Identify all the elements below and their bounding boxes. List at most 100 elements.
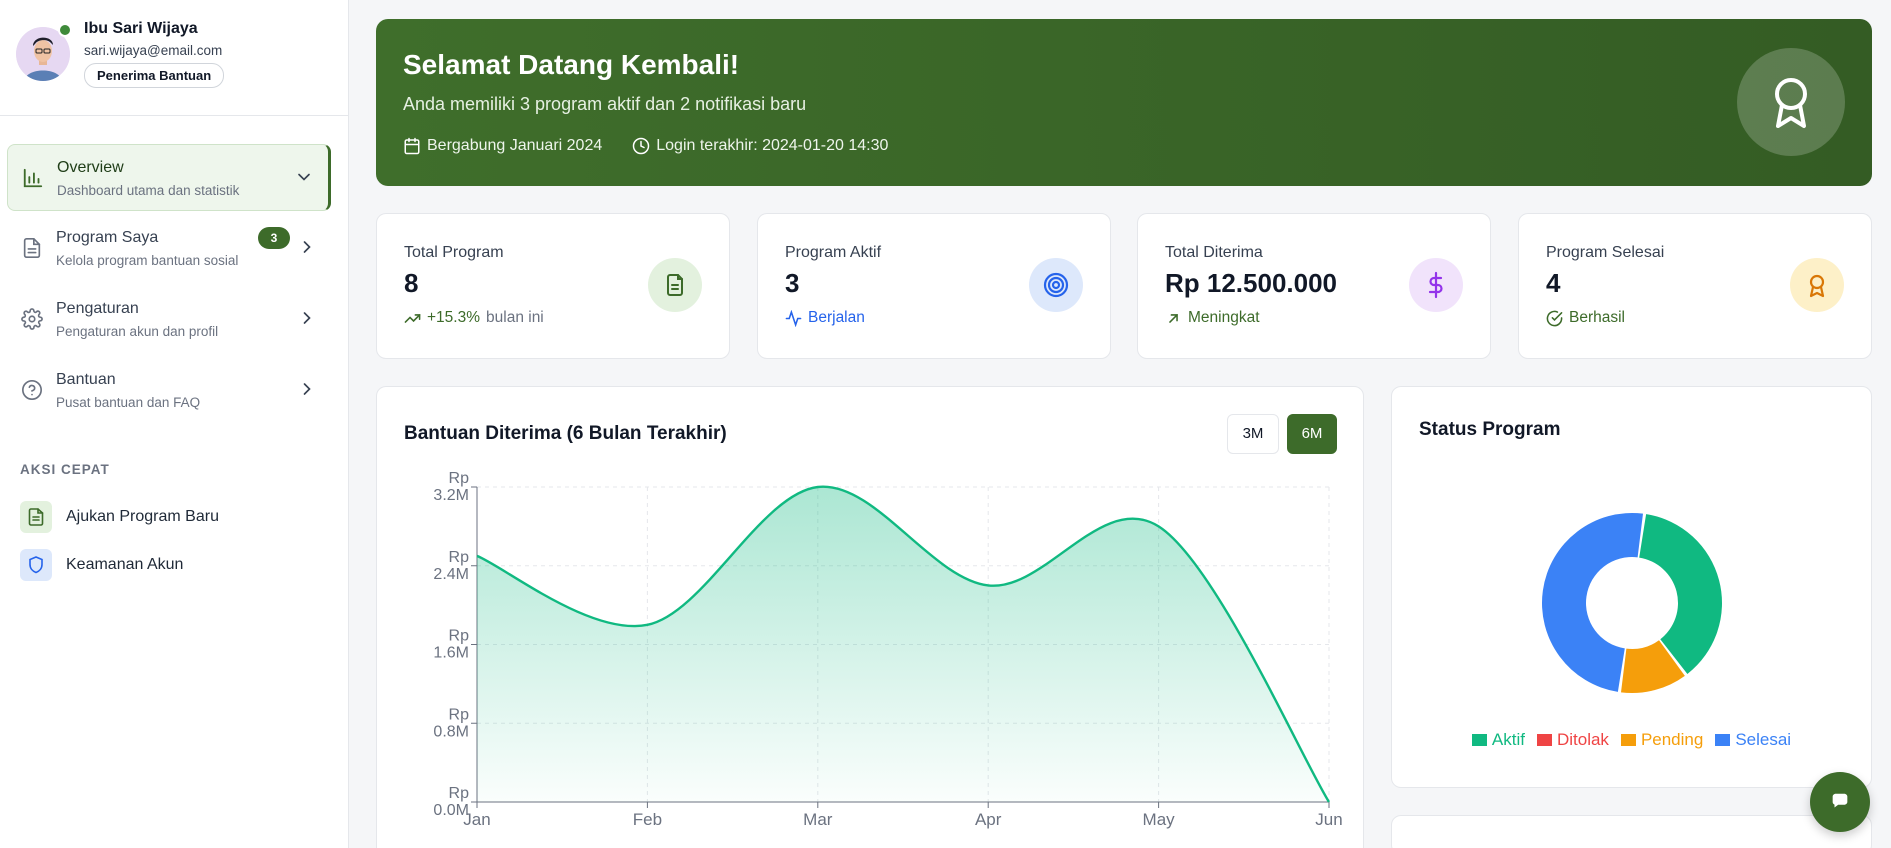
profile-section: Ibu Sari Wijaya sari.wijaya@email.com Pe…: [0, 0, 348, 116]
stat-label: Total Diterima: [1165, 244, 1263, 261]
legend-label: Pending: [1640, 730, 1704, 749]
y-tick-label: Rp: [449, 549, 470, 566]
sidebar: Ibu Sari Wijaya sari.wijaya@email.com Pe…: [0, 0, 349, 848]
x-tick-label: Mar: [803, 810, 833, 829]
last-login: Login terakhir: 2024-01-20 14:30: [656, 137, 889, 154]
stat-trend-value: +15.3%: [427, 309, 481, 326]
gear-icon: [21, 308, 43, 330]
dollar-icon: [1409, 258, 1463, 312]
legend-item-pending[interactable]: Pending: [1620, 730, 1704, 750]
document-icon: [648, 258, 702, 312]
area-fill: [477, 486, 1329, 802]
welcome-subtitle: Anda memiliki 3 program aktif dan 2 noti…: [403, 94, 807, 114]
legend-swatch: [1536, 734, 1552, 746]
donut-legend: Aktif Ditolak Pending Selesai: [1392, 730, 1871, 750]
document-icon: [20, 501, 52, 533]
stat-card-program-aktif: Program Aktif 3 Berjalan: [757, 213, 1111, 359]
quick-actions-title: AKSI CEPAT: [20, 462, 110, 477]
chat-button[interactable]: [1810, 772, 1870, 832]
y-tick-label: Rp: [449, 785, 470, 802]
area-chart: Rp0.0MRp0.8MRp1.6MRp2.4MRp3.2MJan Feb Mar A…: [433, 470, 1342, 829]
stat-trend-value: Berhasil: [1569, 309, 1625, 326]
help-circle-icon: [22, 380, 42, 400]
x-tick-label: Feb: [633, 810, 662, 829]
y-tick-label: 1.6M: [433, 645, 469, 662]
y-tick-label: Rp: [449, 706, 470, 723]
sidebar-item-pengaturan[interactable]: Pengaturan Pengaturan akun dan profil: [7, 286, 331, 353]
clock-icon: [633, 137, 650, 155]
stat-card-program-selesai: Program Selesai 4 Berhasil: [1518, 213, 1872, 359]
chevron-right-icon[interactable]: [297, 308, 317, 328]
x-tick-label: Jan: [463, 810, 490, 829]
x-tick-label: Apr: [975, 810, 1002, 829]
document-icon: [23, 238, 41, 258]
quick-action-account-security[interactable]: Keamanan Akun: [20, 549, 320, 581]
account-meta: Bergabung Januari 2024 Login terakhir: 2…: [403, 137, 888, 155]
arrow-up-right-icon: [1169, 313, 1178, 323]
stat-card-total-diterima: Total Diterima Rp 12.500.000 Meningkat: [1137, 213, 1491, 359]
calendar-icon: [404, 137, 420, 155]
trending-up-icon: [404, 313, 421, 323]
target-icon: [1029, 258, 1083, 312]
x-tick-label: May: [1143, 810, 1176, 829]
joined-date: Bergabung Januari 2024: [427, 137, 603, 154]
legend-item-ditolak[interactable]: Ditolak: [1536, 730, 1609, 750]
stat-trend-value: Berjalan: [808, 309, 865, 326]
stat-label: Program Aktif: [785, 244, 882, 261]
legend-swatch: [1620, 734, 1636, 746]
legend-item-selesai[interactable]: Selesai: [1715, 730, 1791, 750]
stat-trend: Berhasil: [1546, 309, 1625, 327]
stat-trend-suffix: bulan ini: [486, 309, 544, 326]
count-badge: 3: [258, 227, 290, 249]
activity-icon: [785, 309, 802, 327]
x-tick-label: Jun: [1315, 810, 1342, 829]
quick-action-label: Keamanan Akun: [66, 556, 184, 573]
sidebar-item-label: Program Saya: [56, 229, 159, 246]
stat-value: 3: [785, 268, 800, 298]
y-tick-label: 2.4M: [433, 566, 469, 583]
stat-trend: +15.3% bulan ini: [404, 309, 544, 327]
stat-value: 4: [1546, 268, 1561, 298]
stat-trend: Meningkat: [1165, 309, 1260, 327]
welcome-title: Selamat Datang Kembali!: [403, 49, 740, 80]
stat-label: Program Selesai: [1546, 244, 1665, 261]
quick-action-label: Ajukan Program Baru: [66, 508, 219, 525]
sidebar-item-description: Kelola program bantuan sosial: [56, 253, 239, 268]
sidebar-item-bantuan[interactable]: Bantuan Pusat bantuan dan FAQ: [7, 357, 331, 424]
stat-value: 8: [404, 268, 419, 298]
stat-trend: Berjalan: [785, 309, 865, 327]
profile-name: Ibu Sari Wijaya: [84, 20, 198, 37]
sidebar-item-description: Dashboard utama dan statistik: [57, 183, 240, 198]
stat-value: Rp 12.500.000: [1165, 268, 1338, 298]
award-icon: [1790, 258, 1844, 312]
chevron-down-icon[interactable]: [294, 167, 314, 187]
check-circle-icon: [1546, 310, 1563, 326]
legend-item-aktif[interactable]: Aktif: [1471, 730, 1525, 750]
chevron-right-icon[interactable]: [297, 379, 317, 399]
legend-swatch: [1471, 734, 1487, 746]
y-tick-label: Rp: [449, 470, 470, 487]
role-badge: Penerima Bantuan: [84, 63, 225, 88]
received-aid-chart-card: Bantuan Diterima (6 Bulan Terakhir) 3M 6…: [376, 386, 1364, 848]
next-card: [1391, 815, 1872, 848]
stat-trend-value: Meningkat: [1188, 309, 1260, 326]
legend-label: Aktif: [1491, 730, 1525, 749]
legend-label: Ditolak: [1556, 730, 1609, 749]
donut-chart: [1542, 513, 1722, 693]
program-status-card: Status Program Aktif Ditolak Pending Selesa…: [1391, 386, 1872, 788]
quick-action-new-program[interactable]: Ajukan Program Baru: [20, 501, 320, 533]
y-tick-label: Rp: [449, 628, 470, 645]
sidebar-item-description: Pusat bantuan dan FAQ: [56, 395, 201, 410]
stat-label: Total Program: [404, 244, 504, 261]
sidebar-item-label: Pengaturan: [56, 300, 139, 317]
sidebar-item-description: Pengaturan akun dan profil: [56, 324, 219, 339]
bar-chart-icon: [23, 168, 43, 188]
y-tick-label: 0.8M: [433, 723, 469, 740]
chevron-right-icon[interactable]: [297, 237, 317, 257]
sidebar-item-label: Bantuan: [56, 371, 116, 388]
sidebar-item-program-saya[interactable]: Program Saya Kelola program bantuan sosi…: [7, 215, 331, 282]
sidebar-item-overview[interactable]: Overview Dashboard utama dan statistik: [7, 144, 331, 211]
sidebar-item-label: Overview: [57, 159, 124, 176]
sidebar-nav: Overview Dashboard utama dan statistik P…: [7, 144, 331, 428]
legend-label: Selesai: [1735, 730, 1792, 749]
